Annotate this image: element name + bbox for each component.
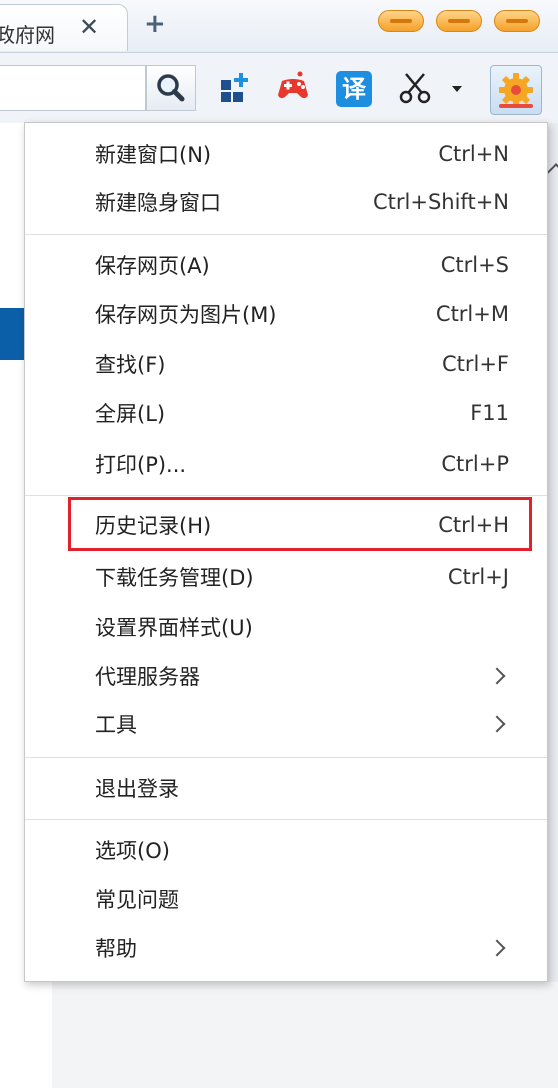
menu-item-label: 帮助 [95,937,137,961]
page-footer-area [52,982,558,1088]
address-input[interactable] [0,65,146,111]
menu-item-shortcut: Ctrl+N [438,142,509,166]
tab-title: 政府网 [0,23,55,47]
menu-item-logout[interactable]: 退出登录 [25,765,547,811]
menu-item-new-incognito-window[interactable]: 新建隐身窗口 Ctrl+Shift+N [25,179,547,225]
window-button-minimize[interactable] [378,10,424,32]
menu-item-label: 查找(F) [95,353,166,377]
menu-item-shortcut: F11 [470,401,509,425]
menu-item-fullscreen[interactable]: 全屏(L) F11 [25,390,547,436]
toolbar: 译 [0,53,558,123]
tab-strip: 政府网 ✕ + [0,0,558,53]
window-button-maximize[interactable] [436,10,482,32]
menu-item-new-window[interactable]: 新建窗口(N) Ctrl+N [25,131,547,177]
page-right-strip [548,123,558,983]
menu-item-label: 全屏(L) [95,402,166,426]
gear-icon [499,73,533,108]
menu-item-find[interactable]: 查找(F) Ctrl+F [25,341,547,387]
chevron-down-icon[interactable] [448,81,466,97]
menu-separator [25,234,547,235]
apps-icon[interactable] [218,71,252,105]
close-icon[interactable]: ✕ [79,15,99,39]
menu-item-proxy-server[interactable]: 代理服务器 [25,653,547,699]
menu-separator [25,819,547,820]
menu-item-label: 工具 [95,713,137,737]
menu-item-interface-style[interactable]: 设置界面样式(U) [25,604,547,650]
menu-item-label: 下载任务管理(D) [95,566,254,590]
menu-item-save-page[interactable]: 保存网页(A) Ctrl+S [25,242,547,288]
menu-item-label: 保存网页(A) [95,254,210,278]
window-button-close[interactable] [494,10,540,32]
menu-item-shortcut: Ctrl+S [440,253,509,277]
menu-item-label: 新建窗口(N) [95,143,212,167]
menu-item-print[interactable]: 打印(P)... Ctrl+P [25,441,547,487]
chevron-right-icon [488,667,506,685]
menu-item-label: 退出登录 [95,777,179,801]
chevron-right-icon [488,715,506,733]
translate-icon[interactable]: 译 [336,71,372,107]
settings-button[interactable] [490,65,542,115]
game-icon[interactable] [276,71,310,105]
menu-item-label: 保存网页为图片(M) [95,303,277,327]
menu-item-label: 新建隐身窗口 [95,191,221,215]
menu-item-download-manager[interactable]: 下载任务管理(D) Ctrl+J [25,554,547,600]
search-icon [157,74,185,102]
menu-item-options[interactable]: 选项(O) [25,827,547,873]
menu-separator [25,757,547,758]
menu-item-shortcut: Ctrl+M [435,302,509,326]
history-highlight-box [68,497,532,551]
menu-item-save-page-as-image[interactable]: 保存网页为图片(M) Ctrl+M [25,291,547,337]
browser-tab[interactable]: 政府网 ✕ [0,4,128,51]
menu-separator [25,495,547,496]
menu-item-label: 代理服务器 [95,665,200,689]
menu-item-label: 设置界面样式(U) [95,616,253,640]
screenshot-icon[interactable] [398,71,432,105]
menu-item-shortcut: Ctrl+Shift+N [373,190,509,214]
menu-item-label: 常见问题 [95,888,179,912]
menu-item-shortcut: Ctrl+J [447,565,509,589]
menu-item-help[interactable]: 帮助 [25,925,547,971]
chevron-right-icon [488,939,506,957]
menu-item-tools[interactable]: 工具 [25,701,547,747]
menu-item-shortcut: Ctrl+F [441,352,509,376]
search-button[interactable] [146,65,196,111]
new-tab-icon[interactable]: + [144,11,166,37]
page-accent-block [0,308,24,360]
menu-item-label: 打印(P)... [95,453,187,477]
menu-item-shortcut: Ctrl+P [441,452,509,476]
menu-item-label: 选项(O) [95,839,170,863]
menu-item-faq[interactable]: 常见问题 [25,876,547,922]
main-menu: 新建窗口(N) Ctrl+N 新建隐身窗口 Ctrl+Shift+N 保存网页(… [24,122,548,982]
